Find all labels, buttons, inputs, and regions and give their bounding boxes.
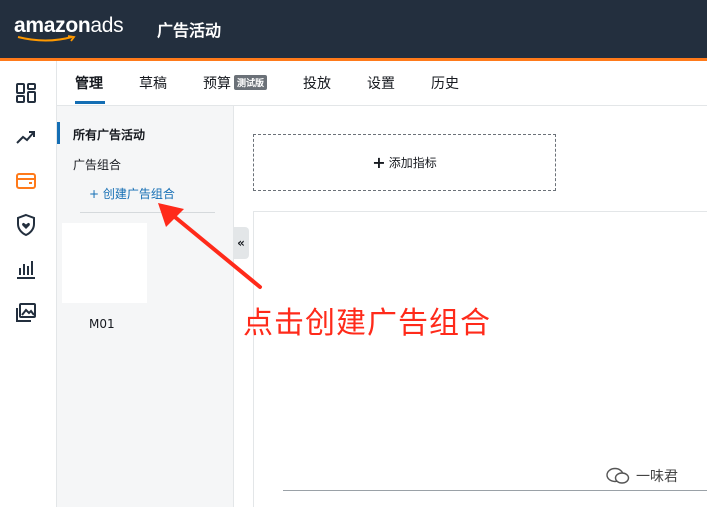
icon-rail (0, 61, 57, 507)
chart-panel (253, 211, 707, 507)
tab-targeting[interactable]: 投放 (303, 73, 331, 93)
annotation-arrow (158, 203, 262, 289)
chart-baseline (283, 490, 707, 491)
plus-icon: + (372, 153, 386, 172)
shield-icon[interactable] (14, 213, 38, 237)
portfolio-thumbnail[interactable] (62, 223, 147, 303)
tab-history[interactable]: 历史 (431, 73, 459, 93)
active-tab-indicator (75, 101, 105, 104)
dashboard-icon[interactable] (14, 81, 38, 105)
portfolio-label[interactable]: M01 (89, 317, 115, 331)
tab-drafts[interactable]: 草稿 (139, 73, 167, 93)
nav-ad-groups[interactable]: 广告组合 (73, 156, 121, 173)
trend-icon[interactable] (14, 125, 38, 149)
wechat-icon (606, 467, 630, 484)
beta-badge: 测试版 (234, 75, 268, 90)
page-title: 广告活动 (157, 21, 222, 40)
tab-bar: 管理 草稿 预算 测试版 投放 设置 历史 (57, 61, 707, 106)
media-icon[interactable] (14, 301, 38, 325)
tab-settings[interactable]: 设置 (367, 73, 395, 93)
reports-icon[interactable] (14, 257, 38, 281)
campaign-icon[interactable] (14, 169, 38, 193)
add-metric-label: 添加指标 (388, 156, 437, 170)
add-metric-button[interactable]: + 添加指标 (253, 134, 556, 191)
brand-suffix: ads (90, 14, 124, 37)
top-bar: amazonads 广告活动 (0, 0, 707, 58)
brand-main: amazon (14, 14, 91, 37)
annotation-text: 点击创建广告组合 (243, 306, 491, 341)
nav-all-campaigns[interactable]: 所有广告活动 (73, 126, 145, 143)
amazon-smile-icon (17, 35, 76, 42)
nav-active-indicator (57, 122, 60, 144)
watermark: 一味君 (606, 466, 678, 486)
tab-budget-label: 预算 (203, 76, 231, 92)
tab-budget[interactable]: 预算 测试版 (203, 73, 268, 93)
watermark-text: 一味君 (636, 469, 678, 485)
tab-manage[interactable]: 管理 (75, 73, 103, 93)
